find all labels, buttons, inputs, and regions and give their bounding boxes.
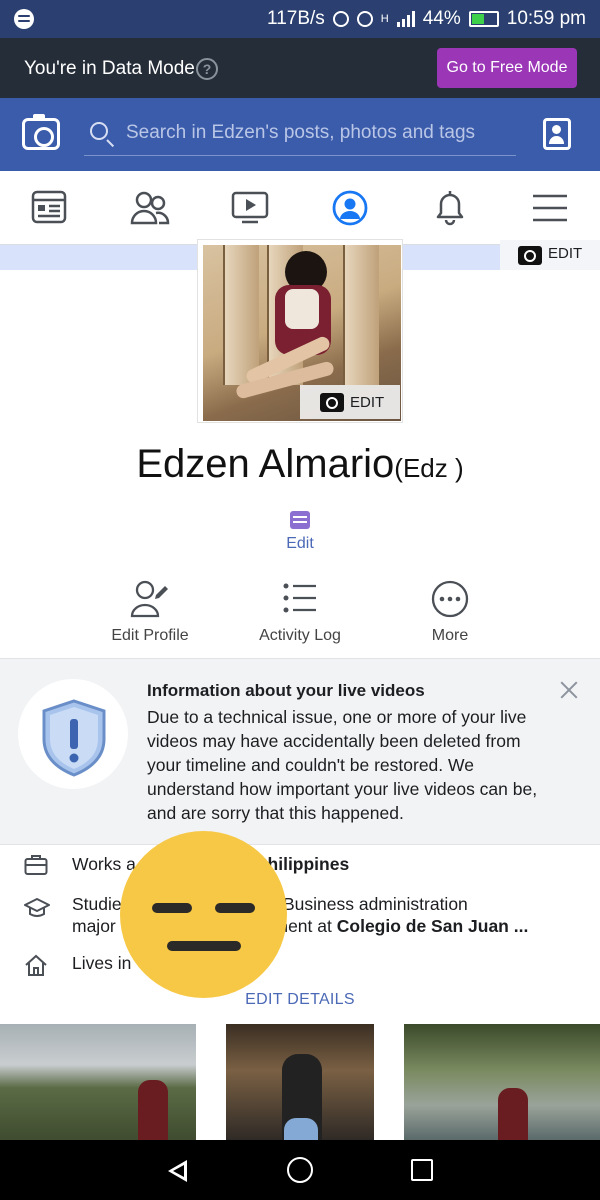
tab-watch[interactable] — [200, 171, 300, 245]
close-icon[interactable] — [558, 679, 580, 701]
more-button[interactable]: More — [375, 575, 525, 655]
camera-icon — [320, 393, 344, 412]
photo-thumbnail[interactable] — [404, 1024, 600, 1140]
photo-thumbnail[interactable] — [0, 1024, 196, 1140]
notice-title: Information about your live videos — [147, 681, 425, 700]
network-type: H — [380, 13, 389, 25]
profile-name: Edzen Almario(Edz ) — [0, 442, 600, 487]
school-name[interactable]: Colegio de San Juan ... — [337, 916, 529, 936]
friends-icon — [130, 191, 170, 225]
graduation-cap-icon — [24, 898, 50, 917]
more-icon — [431, 580, 469, 618]
network-speed: 117B/s — [267, 8, 325, 29]
location-text: Lives in — [72, 953, 132, 973]
profile-picture-edit-button[interactable]: EDIT — [300, 385, 400, 419]
help-icon[interactable]: ? — [196, 58, 218, 80]
data-mode-text: You're in Data Mode — [24, 58, 195, 79]
camera-icon[interactable] — [22, 114, 60, 150]
search-icon — [90, 122, 108, 140]
tab-bar — [0, 171, 600, 245]
edit-bio-link[interactable]: Edit — [0, 535, 600, 553]
free-mode-button[interactable]: Go to Free Mode — [437, 48, 577, 88]
system-navigation-bar — [0, 1140, 600, 1200]
menu-icon — [533, 194, 567, 222]
expressionless-emoji-overlay — [120, 831, 287, 998]
camera-icon — [518, 246, 542, 265]
signal-icon — [396, 11, 415, 27]
contacts-icon[interactable] — [543, 118, 571, 150]
activity-log-button[interactable]: Activity Log — [225, 575, 375, 655]
shield-warning-icon — [18, 679, 128, 789]
mute-icon — [332, 11, 349, 27]
edit-details-link[interactable]: EDIT DETAILS — [0, 991, 600, 1009]
edit-profile-label: Edit Profile — [111, 627, 189, 644]
edit-profile-button[interactable]: Edit Profile — [75, 575, 225, 655]
zodiac-icon[interactable] — [290, 511, 310, 529]
home-button-icon[interactable] — [287, 1157, 313, 1183]
spotify-icon — [14, 9, 34, 29]
status-bar: 117B/s H 44% 10:59 pm — [0, 0, 600, 38]
education-line2-start: major — [72, 916, 116, 936]
briefcase-icon — [24, 855, 48, 875]
home-icon — [25, 954, 47, 976]
activity-log-icon — [283, 583, 316, 613]
search-header: Search in Edzen's posts, photos and tags — [0, 98, 600, 171]
full-name: Edzen Almario — [136, 442, 395, 486]
cover-edit-label: EDIT — [548, 245, 583, 262]
tab-menu[interactable] — [500, 171, 600, 245]
activity-log-label: Activity Log — [259, 627, 341, 644]
more-label: More — [431, 627, 469, 644]
bell-icon — [436, 191, 464, 226]
notice-body: Due to a technical issue, one or more of… — [147, 707, 538, 823]
news-feed-icon — [31, 190, 67, 224]
edit-profile-icon — [130, 580, 168, 618]
profile-picture-edit-label: EDIT — [350, 394, 385, 411]
search-input[interactable]: Search in Edzen's posts, photos and tags — [84, 116, 516, 156]
profile-icon — [332, 190, 368, 226]
nickname: (Edz ) — [394, 453, 464, 483]
profile-actions: Edit Profile Activity Log More — [0, 575, 600, 655]
work-text: Works a — [72, 854, 136, 874]
recent-apps-icon[interactable] — [411, 1159, 433, 1181]
back-icon[interactable] — [168, 1160, 187, 1182]
tab-friends[interactable] — [100, 171, 200, 245]
alarm-icon — [356, 11, 373, 27]
live-video-notice: Information about your live videos Due t… — [0, 658, 600, 845]
education-line1-end: ce Business administration — [259, 894, 468, 914]
watch-icon — [231, 191, 269, 224]
education-line1-start: Studie — [72, 894, 122, 914]
search-placeholder: Search in Edzen's posts, photos and tags — [126, 122, 476, 143]
data-mode-banner: You're in Data Mode ? Go to Free Mode — [0, 38, 600, 98]
tab-notifications[interactable] — [400, 171, 500, 245]
cover-edit-button[interactable]: EDIT — [500, 240, 600, 270]
battery-icon — [468, 11, 499, 27]
tab-news-feed[interactable] — [0, 171, 100, 245]
battery-percent: 44% — [422, 8, 461, 29]
clock: 10:59 pm — [506, 8, 586, 29]
photo-thumbnail[interactable] — [226, 1024, 374, 1140]
tab-profile[interactable] — [300, 171, 400, 245]
